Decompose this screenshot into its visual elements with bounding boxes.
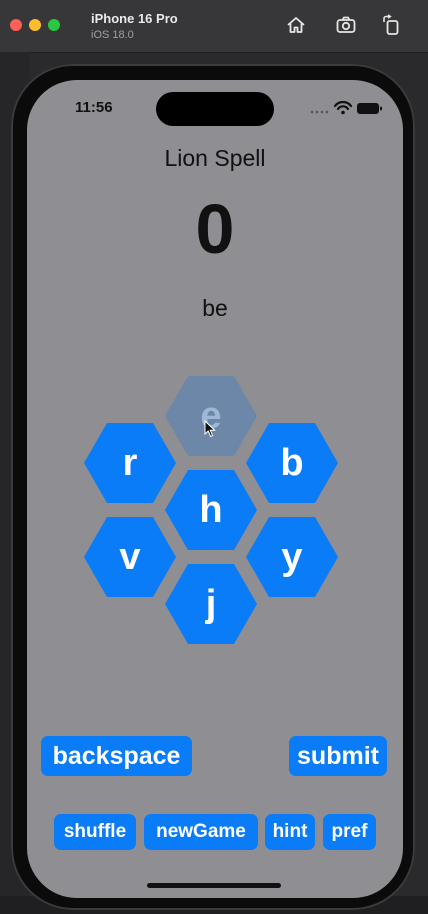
screenshot-icon[interactable]: [335, 14, 357, 36]
status-time: 11:56: [75, 99, 113, 116]
wifi-icon: [333, 100, 353, 115]
status-bar-icons: [310, 100, 382, 115]
score-display: 0: [195, 190, 235, 268]
home-indicator[interactable]: [147, 883, 281, 888]
window-subtitle: iOS 18.0: [91, 29, 134, 41]
zoom-window-button[interactable]: [48, 19, 60, 31]
letter-hex-top[interactable]: e: [165, 376, 257, 456]
letter-hex-lower-left[interactable]: v: [84, 517, 176, 597]
minimize-window-button[interactable]: [29, 19, 41, 31]
letter-hex-upper-right[interactable]: b: [246, 423, 338, 503]
letter-hex-lower-right[interactable]: y: [246, 517, 338, 597]
simulator-title-bar: iPhone 16 Pro iOS 18.0: [0, 0, 428, 53]
current-word: be: [202, 295, 228, 321]
hint-button[interactable]: hint: [265, 814, 315, 850]
rotate-icon[interactable]: [380, 14, 402, 36]
pref-button[interactable]: pref: [323, 814, 376, 850]
app-title: Lion Spell: [164, 145, 266, 171]
device-screen: 11:56 Lion Spell 0 be e r b h v y j back…: [27, 80, 403, 898]
signal-icon: [310, 110, 329, 114]
mouse-pointer-icon: [204, 420, 216, 438]
shuffle-button[interactable]: shuffle: [54, 814, 136, 850]
home-icon[interactable]: [285, 14, 307, 36]
letter-hex-upper-left[interactable]: r: [84, 423, 176, 503]
submit-button[interactable]: submit: [289, 736, 387, 776]
letter-hex-center[interactable]: h: [165, 470, 257, 550]
window-title: iPhone 16 Pro: [91, 11, 178, 26]
close-window-button[interactable]: [10, 19, 22, 31]
backspace-button[interactable]: backspace: [41, 736, 192, 776]
dynamic-island: [156, 92, 274, 126]
new-game-button[interactable]: newGame: [144, 814, 258, 850]
battery-icon: [357, 103, 382, 114]
letter-hex-bottom[interactable]: j: [165, 564, 257, 644]
